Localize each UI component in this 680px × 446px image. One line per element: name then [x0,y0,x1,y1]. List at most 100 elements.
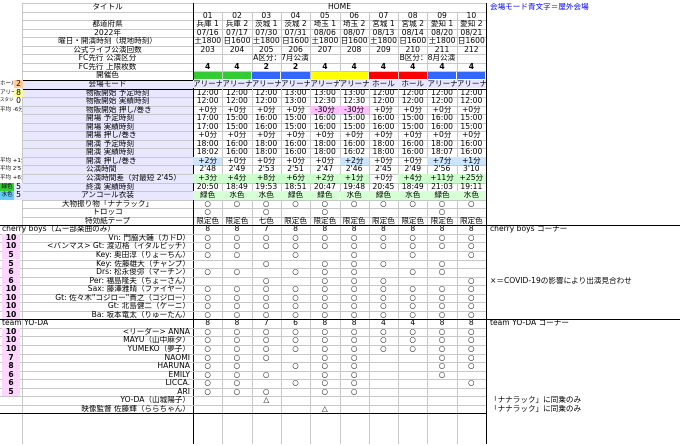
yoda-mark: △ [263,396,270,405]
row-label-merch_plan: 物販開始 予定時刻 [86,88,150,97]
open-plan-cell: 15:00 [284,114,307,123]
open-plan-cell: 16:00 [313,114,336,123]
cherry-mark: ○ [292,302,299,311]
director-mark [222,405,251,414]
yoda-mark: ○ [409,345,417,353]
row-label-start_diff: 開演 押し/巻き [86,156,137,165]
yoda-member-count: 8 [2,362,20,371]
row-label-tape: 特効紙テープ [84,216,131,225]
yoda-total: 8 [205,319,211,328]
cherry-side-note: cherry boys コーナー [490,225,568,234]
show-number: 07 [378,11,389,20]
yoda-mark: ○ [350,353,358,362]
region-color-cell [310,71,339,80]
pref-cell: 宮城 2 [401,20,424,29]
date-cell: 08/06 [313,28,336,37]
cherry-mark: ○ [409,268,417,277]
start-diff-cell: +0分 [315,156,335,165]
yoda-mark [369,388,398,397]
open-plan-cell: 16:00 [431,114,453,123]
cherry-member-name: Per: 福島隆夫（ちょーさん） [89,276,190,285]
count-cell: 210 [405,45,420,54]
fc-limit: 2 [292,62,299,71]
venue-mode: ホール [398,79,428,89]
merch-actual-cell: 12:00 [226,97,248,106]
merch-diff-cell: +0分 [286,105,305,114]
end-cell: 20:50 [196,182,219,191]
start-actual-cell: 18:00 [255,148,278,157]
merch-diff-cell: +0分 [461,105,481,114]
duration-cell: 2'46 [345,165,363,174]
cherry-total: 8 [410,225,416,234]
pref-cell: 兵庫 1 [196,20,219,29]
cherry-mark: ○ [438,310,446,319]
cherry-mark: ○ [350,259,358,268]
date-cell: 08/07 [343,28,366,37]
cherry-mark: ○ [350,302,358,311]
cherry-mark: ○ [204,268,211,277]
cherry-mark: ○ [233,242,241,251]
grid-line [486,3,487,444]
yoda-mark [369,362,398,371]
yoda-mark [281,396,310,405]
cherry-member-count: 6 [2,268,20,277]
cherry-mark: ○ [233,233,241,242]
end-cell: 20:47 [313,182,336,191]
cherry-member-name: Drs: 松永俊弥（マーチン） [96,268,190,277]
cherry-header: cherry boys（ムー部楽曲のみ） [2,225,115,234]
open-diff-cell: +0分 [256,131,276,140]
fc-limit: 4 [205,62,211,71]
cherry-mark: ○ [204,233,211,242]
note-right: 会場モード青文字＝屋外会場 [490,3,589,11]
date-cell: 07/16 [196,28,219,37]
region-color-cell [369,71,398,80]
cherry-mark: ○ [292,233,299,242]
lm-green: 緑色 [0,182,14,192]
cherry-mark: ○ [321,302,329,311]
row-label-region_color: 開催色 [96,71,119,80]
yoda-mark [281,354,310,363]
cherry-mark: ○ [262,242,270,251]
end-cell: 18:49 [226,182,248,191]
show-number: 04 [290,11,301,20]
lm-avg1: 平均 -6分 [0,106,22,113]
date-cell: 08/21 [460,28,483,37]
home-label: HOME [327,3,352,11]
yoda-mark: ○ [321,362,329,371]
yoda-mark [398,379,427,388]
cherry-mark: ○ [350,285,358,294]
yoda-mark: ○ [262,345,270,353]
cherry-mark: ○ [380,242,387,251]
yoda-total: 4 [410,319,416,328]
start-plan-cell: 16:00 [401,139,424,148]
time-cell: 土1800 [252,37,280,46]
cherry-mark: ○ [262,302,270,311]
cherry-mark: ○ [380,285,387,294]
yoda-total: 8 [439,319,445,328]
duration-diff-cell: +1分 [339,174,369,183]
duration-cell: 2'49 [404,165,422,174]
yoda-mark: ○ [468,353,475,362]
start-diff-cell: +0分 [227,156,247,165]
yoda-mark: ○ [350,345,358,353]
lm-avg4: 平均 +6分 [0,175,22,181]
merch-diff-cell: +0分 [432,105,452,114]
merch-actual-cell: 12:00 [431,97,453,106]
pref-cell: 茨城 1 [255,20,278,29]
open-diff-cell: +0分 [198,131,218,140]
cherry-member-name: Key: 奥田淳（りょーちん） [95,250,190,259]
row-label-trolley: トロッコ [92,208,123,217]
pref-cell: 愛知 1 [430,20,454,29]
start-actual-cell: 16:00 [226,148,248,157]
yoda-member-name: YUMEKO（夢子） [127,345,190,353]
cherry-mark: ○ [321,259,329,268]
flag-mark: ○ [438,199,446,208]
time-cell: 土1800 [369,37,397,46]
cherry-mark: ○ [321,242,329,251]
flag-mark: ○ [409,199,417,208]
covid-note: ×＝COVID-19の影響により出演見合わせ [490,276,632,285]
merch-plan-cell: 13:00 [313,88,336,97]
time-cell: 土1800 [194,37,222,46]
end-cell: 19:11 [460,182,483,191]
open-actual-cell: 15:00 [460,122,483,131]
